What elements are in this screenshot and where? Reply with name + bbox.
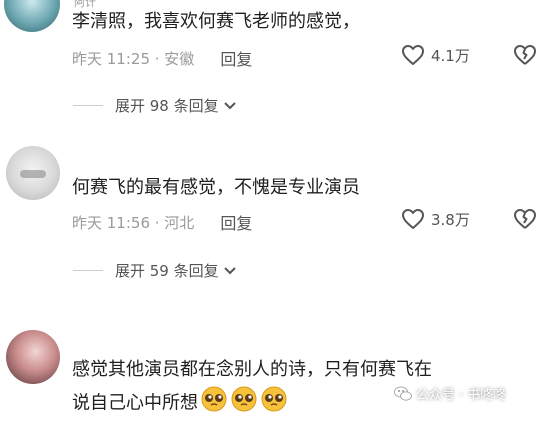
like-count: 4.1万: [431, 46, 470, 65]
chevron-down-icon: [223, 101, 236, 109]
broken-heart-icon: [514, 209, 536, 229]
reply-button[interactable]: 回复: [220, 210, 252, 234]
watermark: 公众号 · 书咚咚: [394, 384, 506, 403]
divider: [73, 105, 103, 106]
expand-replies[interactable]: 展开 98 条回复: [73, 95, 237, 116]
like-count: 3.8万: [431, 210, 470, 229]
expand-replies[interactable]: 展开 59 条回复: [73, 260, 237, 281]
avatar[interactable]: [4, 0, 60, 32]
reply-button[interactable]: 回复: [220, 46, 252, 70]
heart-outline-icon: [402, 209, 424, 229]
avatar[interactable]: [6, 146, 60, 200]
expand-replies-label: 展开 98 条回复: [115, 97, 219, 115]
comment-time-location: 昨天 11:25 · 安徽: [72, 49, 195, 68]
like-button[interactable]: 3.8万: [401, 208, 470, 230]
heart-outline-icon: [402, 45, 424, 65]
comment-text: 感觉其他演员都在念别人的诗，只有何赛飞在: [72, 359, 432, 380]
pleading-face-emoji: [260, 386, 288, 421]
avatar[interactable]: [6, 330, 60, 384]
comment-text-line2: 说自己心中所想: [72, 386, 288, 421]
comment-text-continued: 说自己心中所想: [72, 392, 198, 414]
wechat-icon: [394, 386, 412, 401]
pleading-face-emoji: [230, 386, 258, 421]
comment-time-location: 昨天 11:56 · 河北: [72, 213, 195, 232]
watermark-text: 公众号 · 书咚咚: [416, 388, 507, 403]
comment-meta: 昨天 11:25 · 安徽 回复: [72, 46, 252, 70]
comment-text: 何赛飞的最有感觉，不愧是专业演员: [72, 177, 360, 198]
comment-text: 李清照，我喜欢何赛飞老师的感觉，: [72, 11, 360, 32]
divider: [73, 270, 103, 271]
dislike-button[interactable]: [513, 44, 537, 70]
expand-replies-label: 展开 59 条回复: [115, 262, 219, 280]
dislike-button[interactable]: [513, 208, 537, 234]
broken-heart-icon: [514, 45, 536, 65]
chevron-down-icon: [223, 266, 236, 274]
comment-meta: 昨天 11:56 · 河北 回复: [72, 210, 252, 234]
pleading-face-emoji: [200, 386, 228, 421]
like-button[interactable]: 4.1万: [401, 44, 470, 66]
